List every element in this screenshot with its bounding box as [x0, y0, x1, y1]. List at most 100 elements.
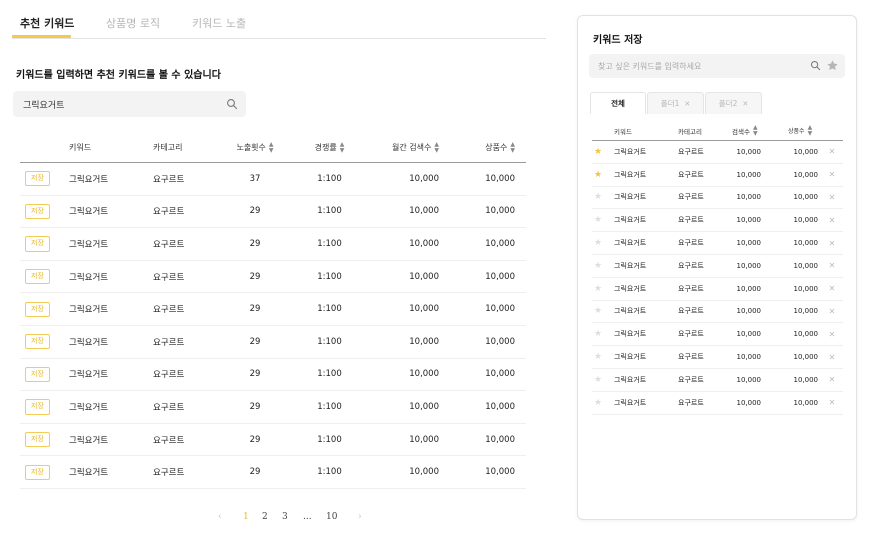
close-icon[interactable]: ✕: [827, 209, 837, 231]
search-icon[interactable]: [226, 98, 238, 110]
close-icon[interactable]: ✕: [827, 323, 837, 345]
header-impressions[interactable]: 노출횟수 ▲ ▼: [225, 133, 285, 162]
header-products-label: 상품수: [485, 143, 508, 152]
tab-folder-2[interactable]: 폴더2 ✕: [705, 92, 762, 114]
close-icon[interactable]: ✕: [827, 392, 837, 414]
competition-cell: 1:100: [317, 304, 342, 315]
close-icon[interactable]: ✕: [827, 187, 837, 209]
save-button[interactable]: 저장: [25, 464, 50, 480]
products-cell: 10,000: [793, 147, 819, 156]
impressions-cell: 29: [249, 238, 261, 249]
search-volume-cell: 10,000: [736, 216, 762, 225]
save-button[interactable]: 저장: [25, 269, 50, 285]
keyword-cell: 그릭요거트: [614, 353, 647, 362]
header-competition[interactable]: 경쟁률 ▲ ▼: [302, 133, 357, 162]
tab-keyword-exposure[interactable]: 키워드 노출: [192, 15, 246, 31]
header-search-volume[interactable]: 검색수 ▲ ▼: [732, 121, 768, 140]
search-volume-cell: 10,000: [736, 193, 762, 202]
monthly-search-cell: 10,000: [409, 369, 439, 380]
keyword-cell: 그릭요거트: [614, 261, 647, 270]
category-cell: 요구르트: [153, 174, 185, 185]
table-row: 저장 그릭요거트 요구르트 29 1:100 10,000 10,000: [20, 391, 526, 424]
star-icon[interactable]: ★: [594, 192, 602, 202]
close-icon[interactable]: ✕: [742, 100, 748, 108]
close-icon[interactable]: ✕: [684, 100, 690, 108]
star-icon[interactable]: ★: [594, 329, 602, 339]
page-3-button[interactable]: 3: [282, 512, 288, 522]
page-10-button[interactable]: 10: [326, 512, 337, 522]
tab-product-name-logic[interactable]: 상품명 로직: [106, 15, 160, 31]
competition-cell: 1:100: [317, 238, 342, 249]
products-cell: 10,000: [485, 336, 515, 347]
star-cell: ★: [594, 323, 606, 345]
search-volume-cell: 10,000: [736, 307, 762, 316]
category-cell: 요구르트: [678, 147, 704, 156]
keyword-cell: 그릭요거트: [69, 305, 109, 316]
table-row: 저장 그릭요거트 요구르트 29 1:100 10,000 10,000: [20, 228, 526, 261]
star-icon[interactable]: ★: [594, 352, 602, 362]
save-button[interactable]: 저장: [25, 399, 50, 415]
monthly-search-cell: 10,000: [409, 336, 439, 347]
save-button[interactable]: 저장: [25, 432, 50, 448]
impressions-cell: 29: [249, 467, 261, 478]
competition-cell: 1:100: [317, 206, 342, 217]
next-page-button[interactable]: ›: [358, 512, 362, 522]
search-icon[interactable]: [810, 60, 821, 71]
monthly-search-cell: 10,000: [409, 238, 439, 249]
star-icon[interactable]: ★: [594, 306, 602, 316]
star-icon[interactable]: ★: [594, 238, 602, 248]
products-cell: 10,000: [485, 173, 515, 184]
page-2-button[interactable]: 2: [262, 512, 268, 522]
sort-icon: ▲ ▼: [807, 123, 813, 137]
search-volume-cell: 10,000: [736, 170, 762, 179]
products-cell: 10,000: [485, 238, 515, 249]
close-icon[interactable]: ✕: [827, 164, 837, 186]
save-button[interactable]: 저장: [25, 334, 50, 350]
star-icon[interactable]: ★: [594, 147, 602, 157]
save-cell: 저장: [25, 261, 53, 293]
header-category: 카테고리: [153, 143, 183, 152]
close-icon[interactable]: ✕: [827, 278, 837, 300]
close-icon[interactable]: ✕: [827, 141, 837, 163]
star-filter-icon[interactable]: [826, 59, 839, 72]
star-icon[interactable]: ★: [594, 261, 602, 271]
prev-page-button[interactable]: ‹: [218, 512, 222, 522]
close-icon[interactable]: ✕: [827, 232, 837, 254]
tab-recommended-keywords[interactable]: 추천 키워드: [20, 15, 74, 31]
header-products[interactable]: 상품수 ▲ ▼: [455, 133, 515, 162]
header-search-volume-label: 검색수: [732, 127, 750, 136]
keyword-cell: 그릭요거트: [614, 170, 647, 179]
header-monthly-search[interactable]: 월간 검색수 ▲ ▼: [360, 133, 439, 162]
save-button[interactable]: 저장: [25, 171, 50, 187]
star-icon[interactable]: ★: [594, 375, 602, 385]
keyword-cell: 그릭요거트: [69, 174, 109, 185]
header-products[interactable]: 상품수 ▲ ▼: [788, 121, 830, 140]
keyword-cell: 그릭요거트: [614, 398, 647, 407]
save-button[interactable]: 저장: [25, 366, 50, 382]
category-cell: 요구르트: [153, 239, 185, 250]
products-cell: 10,000: [793, 170, 819, 179]
competition-cell: 1:100: [317, 173, 342, 184]
save-button[interactable]: 저장: [25, 301, 50, 317]
impressions-cell: 29: [249, 271, 261, 282]
saved-keyword-search-input[interactable]: [598, 54, 798, 78]
impressions-cell: 29: [249, 434, 261, 445]
tab-folder-1[interactable]: 폴더1 ✕: [647, 92, 704, 114]
page-1-button[interactable]: 1: [243, 512, 249, 522]
star-icon[interactable]: ★: [594, 398, 602, 408]
monthly-search-cell: 10,000: [409, 173, 439, 184]
star-icon[interactable]: ★: [594, 284, 602, 294]
close-icon[interactable]: ✕: [827, 255, 837, 277]
save-button[interactable]: 저장: [25, 236, 50, 252]
keyword-search-input[interactable]: [23, 91, 223, 117]
star-icon[interactable]: ★: [594, 170, 602, 180]
star-icon[interactable]: ★: [594, 215, 602, 225]
save-button[interactable]: 저장: [25, 203, 50, 219]
tab-all[interactable]: 전체: [590, 92, 646, 114]
close-icon[interactable]: ✕: [827, 346, 837, 368]
table-header: 키워드 카테고리 노출횟수 ▲ ▼ 경쟁률 ▲ ▼ 월간 검색수 ▲ ▼ 상품수 ▲ ▼: [20, 133, 526, 163]
close-icon[interactable]: ✕: [827, 369, 837, 391]
keyword-cell: 그릭요거트: [614, 216, 647, 225]
monthly-search-cell: 10,000: [409, 467, 439, 478]
close-icon[interactable]: ✕: [827, 301, 837, 323]
